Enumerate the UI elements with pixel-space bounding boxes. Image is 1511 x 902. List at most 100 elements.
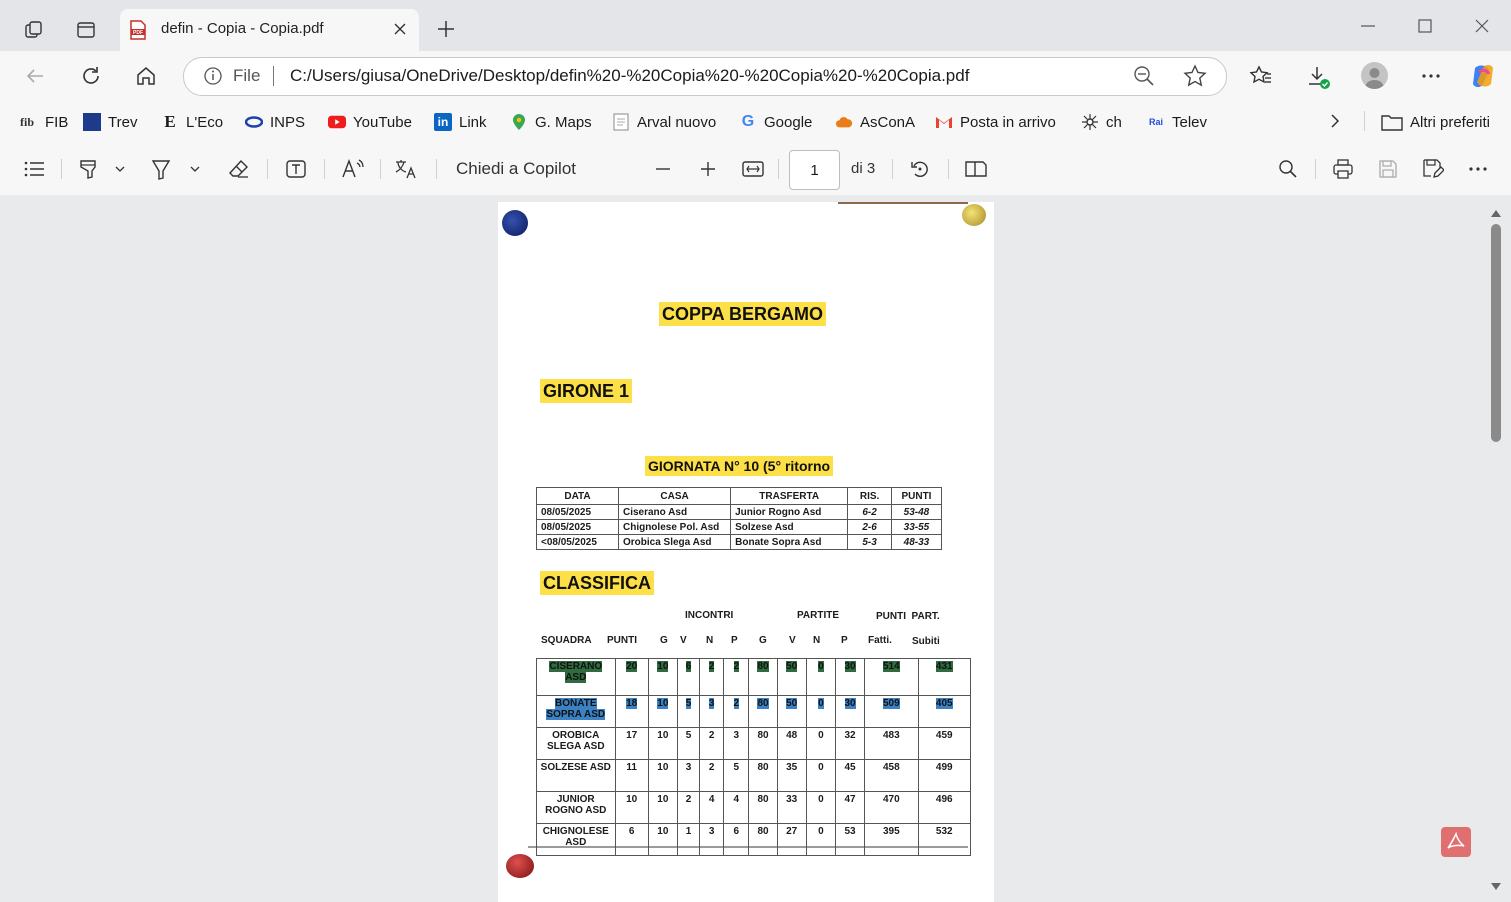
save-as-icon[interactable] — [1418, 154, 1448, 184]
info-icon[interactable] — [203, 66, 223, 86]
scroll-down-icon[interactable] — [1490, 879, 1502, 890]
eraser-icon[interactable] — [224, 154, 254, 184]
translate-icon[interactable] — [392, 154, 422, 184]
fav-posta[interactable]: Posta in arrivo — [935, 111, 1056, 133]
workspaces-icon[interactable] — [14, 15, 54, 45]
chevron-right-icon[interactable] — [1326, 112, 1344, 130]
fav-google[interactable]: G Google — [739, 111, 813, 133]
col-p2: P — [841, 635, 848, 646]
add-text-icon[interactable] — [281, 154, 311, 184]
draw-dropdown-icon[interactable] — [182, 154, 208, 184]
fav-link[interactable]: in Link — [434, 111, 487, 133]
contents-icon[interactable] — [19, 154, 49, 184]
header-cell: CASA — [617, 487, 732, 505]
highlight-icon[interactable] — [73, 154, 103, 184]
table-cell: 10 — [657, 698, 669, 709]
youtube-icon — [328, 113, 346, 131]
table-cell: 10 — [647, 759, 678, 792]
rotate-icon[interactable] — [905, 154, 935, 184]
fav-label: Arval nuovo — [637, 113, 717, 131]
scroll-up-icon[interactable] — [1490, 205, 1502, 217]
col-g: G — [660, 635, 668, 646]
url-text[interactable]: C:/Users/giusa/OneDrive/Desktop/defin%20… — [290, 66, 969, 86]
favorites-icon[interactable] — [1249, 64, 1273, 88]
fav-ch[interactable]: ch — [1081, 111, 1122, 133]
page-number-input[interactable]: 1 — [789, 150, 840, 190]
fav-fib[interactable]: fib FIB — [16, 111, 68, 133]
doc-title: COPPA BERGAMO — [659, 302, 827, 326]
match-row: 08/05/2025 Chignolese Pol. Asd Solzese A… — [536, 519, 943, 535]
minimize-icon[interactable] — [1358, 16, 1378, 36]
fav-youtube[interactable]: YouTube — [328, 111, 412, 133]
draw-icon[interactable] — [146, 154, 176, 184]
fit-width-icon[interactable] — [738, 154, 768, 184]
fav-label: FIB — [45, 113, 69, 131]
read-aloud-icon[interactable] — [338, 154, 368, 184]
favorite-star-icon[interactable] — [1183, 64, 1207, 88]
print-icon[interactable] — [1328, 154, 1358, 184]
decorative-line — [838, 202, 968, 204]
zoom-in-pdf-icon[interactable] — [693, 154, 723, 184]
search-icon[interactable] — [1273, 154, 1303, 184]
scrollbar-thumb[interactable] — [1491, 224, 1501, 442]
toolbar-separator — [380, 159, 381, 179]
zoom-out-icon[interactable] — [1133, 65, 1155, 87]
fav-inps[interactable]: INPS — [245, 111, 305, 133]
table-cell: 2 — [699, 727, 725, 760]
table-cell: 10 — [657, 661, 669, 672]
new-tab-icon[interactable] — [436, 19, 456, 39]
gmail-icon — [935, 113, 953, 131]
table-cell: 2 — [733, 661, 740, 672]
table-cell: 5-3 — [847, 534, 892, 550]
downloads-icon[interactable] — [1306, 64, 1332, 90]
table-cell: 496 — [917, 791, 972, 824]
avatar[interactable] — [1361, 62, 1388, 89]
vertical-tabs-icon[interactable] — [66, 15, 106, 45]
close-tab-icon[interactable] — [392, 21, 408, 37]
address-divider — [273, 66, 274, 86]
page-view-icon[interactable] — [961, 154, 991, 184]
fav-divider — [1364, 111, 1365, 131]
table-cell: 80 — [757, 661, 769, 672]
fav-telev[interactable]: Rai Telev — [1147, 111, 1207, 133]
table-cell: 18 — [626, 698, 638, 709]
close-window-icon[interactable] — [1472, 16, 1492, 36]
copilot-icon[interactable] — [1469, 62, 1497, 90]
fav-trev[interactable]: Trev — [83, 111, 137, 133]
partite-heading: PARTITE — [797, 610, 840, 621]
other-favorites[interactable]: Altri preferiti — [1381, 111, 1490, 133]
fib-icon: fib — [19, 114, 34, 129]
telev-icon: Rai — [1148, 117, 1163, 127]
fav-ascona[interactable]: AsConA — [835, 111, 915, 133]
highlight-dropdown-icon[interactable] — [107, 154, 133, 184]
table-cell: 53-48 — [890, 504, 943, 520]
col-squadra: SQUADRA — [541, 635, 592, 646]
zoom-out-pdf-icon[interactable] — [648, 154, 678, 184]
table-cell: 458 — [864, 759, 919, 792]
refresh-icon[interactable] — [80, 65, 102, 87]
table-cell: 459 — [917, 727, 972, 760]
standings-title: CLASSIFICA — [540, 571, 654, 595]
ask-copilot-button[interactable]: Chiedi a Copilot — [456, 159, 576, 179]
punti-part-heading: PUNTI PART. — [876, 611, 940, 622]
home-icon[interactable] — [135, 65, 157, 87]
team-cell: SOLZESE ASD — [536, 759, 616, 792]
pdf-page: COPPA BERGAMO GIRONE 1 GIORNATA N° 10 (5… — [498, 202, 994, 902]
table-cell: 0 — [805, 759, 836, 792]
more-options-icon[interactable] — [1463, 154, 1493, 184]
table-cell: 80 — [748, 759, 778, 792]
inps-icon — [245, 113, 263, 131]
table-cell: 08/05/2025 — [536, 519, 619, 535]
fav-leco[interactable]: E L'Eco — [161, 111, 223, 133]
table-cell: 499 — [917, 759, 972, 792]
col-p: P — [731, 635, 738, 646]
table-cell: 10 — [647, 727, 678, 760]
fav-arval[interactable]: Arval nuovo — [612, 111, 716, 133]
fav-gmaps[interactable]: G. Maps — [510, 111, 592, 133]
acrobat-icon[interactable] — [1441, 827, 1471, 857]
save-icon[interactable] — [1373, 154, 1403, 184]
more-menu-icon[interactable] — [1420, 66, 1442, 86]
col-v: V — [680, 635, 687, 646]
maximize-icon[interactable] — [1415, 16, 1435, 36]
back-icon[interactable] — [24, 65, 46, 87]
